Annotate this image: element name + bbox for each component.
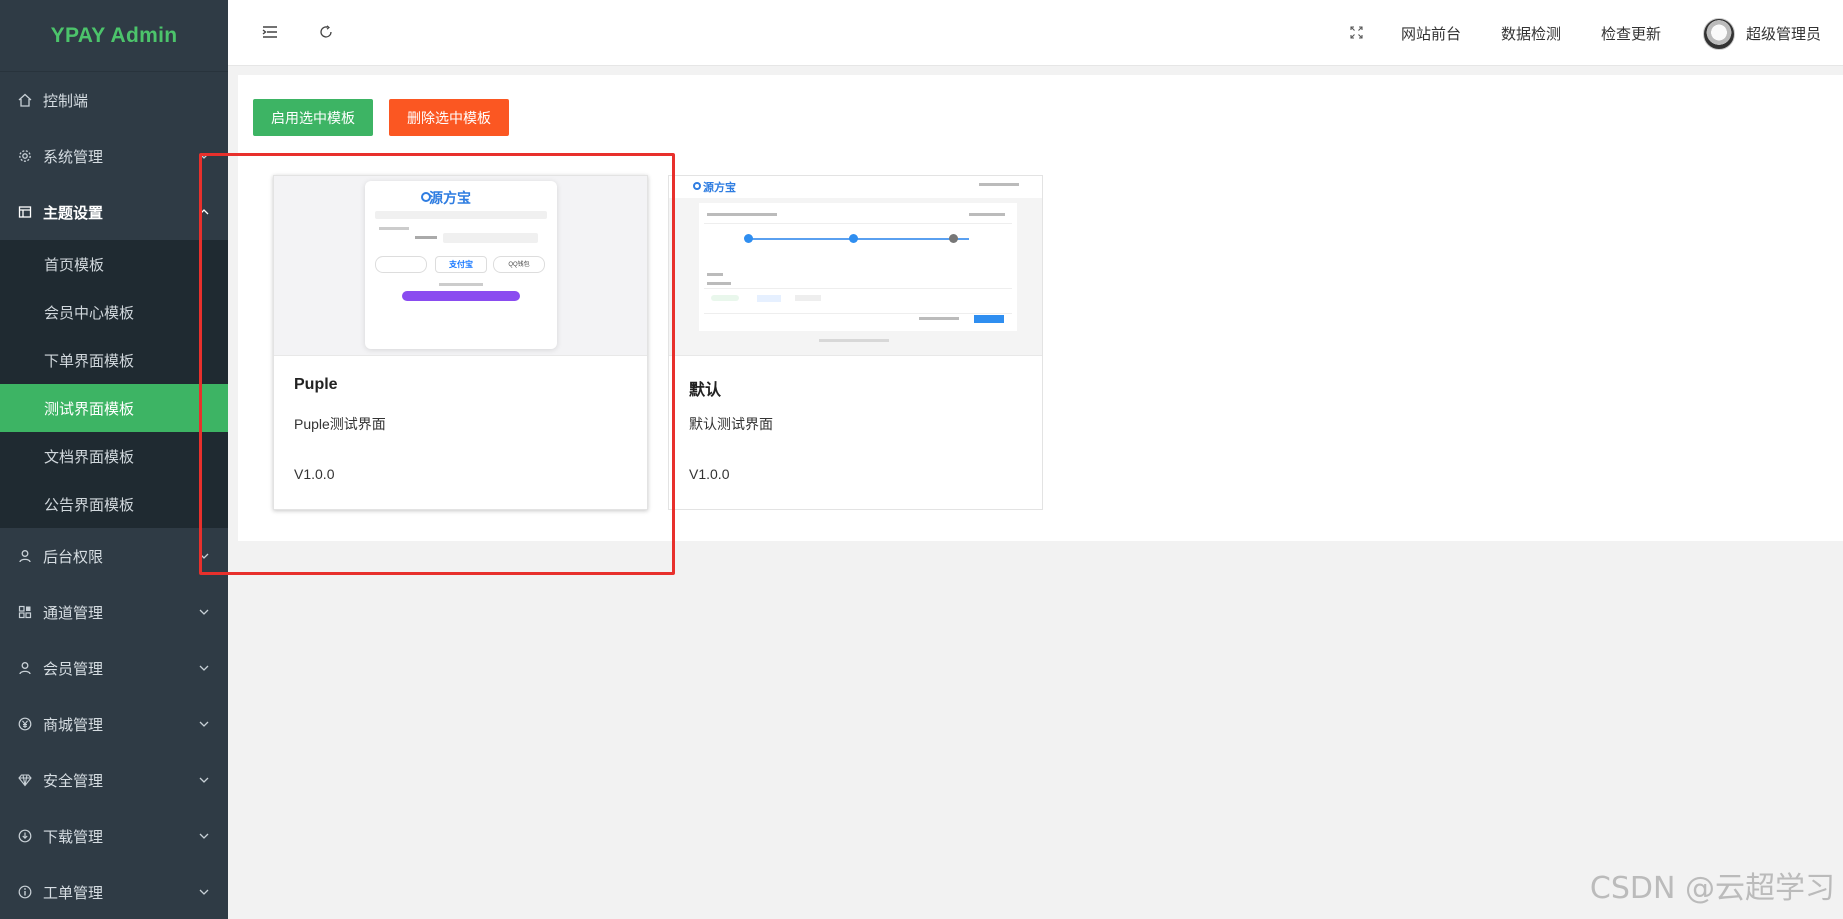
chevron-down-icon — [198, 718, 210, 730]
avatar[interactable] — [1703, 18, 1735, 50]
template-description: Puple测试界面 — [294, 416, 386, 432]
fullscreen-icon[interactable] — [1346, 22, 1366, 42]
home-icon — [18, 93, 32, 107]
sidebar-item-label: 后台权限 — [43, 548, 104, 566]
sidebar-item-theme[interactable]: 主题设置 — [0, 184, 228, 240]
template-version: V1.0.0 — [294, 466, 335, 482]
template-card-default[interactable]: 源方宝 默认 默认测试界面 V1.0.0 — [668, 175, 1043, 510]
delete-template-button[interactable]: 删除选中模板 — [389, 99, 509, 136]
yen-icon — [18, 717, 32, 731]
gear-icon — [18, 149, 32, 163]
info-icon — [18, 885, 32, 899]
thumb-qq: QQ钱包 — [493, 256, 545, 273]
chevron-down-icon — [198, 662, 210, 674]
sidebar-item-members[interactable]: 会员管理 — [0, 640, 228, 696]
watermark: CSDN @云超学习 — [1589, 871, 1835, 906]
submenu-item-test-template[interactable]: 测试界面模板 — [0, 384, 228, 432]
template-panel: 启用选中模板 删除选中模板 源方宝 支付宝 QQ钱包 Puple Puple测试… — [238, 75, 1843, 541]
template-thumbnail: 源方宝 — [669, 176, 1042, 356]
template-version: V1.0.0 — [689, 466, 730, 482]
sidebar-item-dashboard[interactable]: 控制端 — [0, 72, 228, 128]
layout-icon — [18, 205, 32, 219]
sidebar-item-label: 通道管理 — [43, 604, 104, 622]
sidebar-item-shop[interactable]: 商城管理 — [0, 696, 228, 752]
template-description: 默认测试界面 — [689, 416, 773, 432]
submenu-item-notice-template[interactable]: 公告界面模板 — [0, 480, 228, 528]
theme-submenu: 首页模板 会员中心模板 下单界面模板 测试界面模板 文档界面模板 公告界面模板 — [0, 240, 228, 528]
refresh-icon[interactable] — [316, 22, 336, 42]
sidebar-item-label: 控制端 — [43, 92, 89, 110]
menu-collapse-icon[interactable] — [260, 22, 280, 42]
submenu-item-member-template[interactable]: 会员中心模板 — [0, 288, 228, 336]
sidebar-item-label: 工单管理 — [43, 884, 104, 902]
submenu-item-order-template[interactable]: 下单界面模板 — [0, 336, 228, 384]
sidebar-item-label: 主题设置 — [43, 204, 104, 222]
chevron-down-icon — [198, 774, 210, 786]
submenu-item-docs-template[interactable]: 文档界面模板 — [0, 432, 228, 480]
thumb-logo-text: 源方宝 — [429, 190, 471, 206]
chevron-down-icon — [198, 886, 210, 898]
chevron-up-icon — [198, 206, 210, 218]
template-title: Puple — [294, 376, 338, 393]
submenu-item-home-template[interactable]: 首页模板 — [0, 240, 228, 288]
sidebar-item-label: 下载管理 — [43, 828, 104, 846]
sidebar-item-permissions[interactable]: 后台权限 — [0, 528, 228, 584]
sidebar-item-label: 会员管理 — [43, 660, 104, 678]
user-icon — [18, 549, 32, 563]
enable-template-button[interactable]: 启用选中模板 — [253, 99, 373, 136]
link-site-front[interactable]: 网站前台 — [1401, 23, 1461, 44]
chevron-down-icon — [198, 606, 210, 618]
sidebar-item-channels[interactable]: 通道管理 — [0, 584, 228, 640]
diamond-icon — [18, 773, 32, 787]
sidebar-item-tickets[interactable]: 工单管理 — [0, 864, 228, 919]
chevron-down-icon — [198, 550, 210, 562]
sidebar-item-label: 安全管理 — [43, 772, 104, 790]
user-name[interactable]: 超级管理员 — [1746, 23, 1821, 44]
sidebar-item-label: 系统管理 — [43, 148, 104, 166]
template-thumbnail: 源方宝 支付宝 QQ钱包 — [274, 176, 647, 356]
template-card-puple[interactable]: 源方宝 支付宝 QQ钱包 Puple Puple测试界面 V1.0.0 — [273, 175, 648, 510]
sidebar-item-system[interactable]: 系统管理 — [0, 128, 228, 184]
sidebar-item-security[interactable]: 安全管理 — [0, 752, 228, 808]
thumb-logo-text: 源方宝 — [703, 182, 736, 194]
apps-icon — [18, 605, 32, 619]
sidebar-item-label: 商城管理 — [43, 716, 104, 734]
chevron-down-icon — [198, 830, 210, 842]
user-icon — [18, 661, 32, 675]
sidebar: YPAY Admin 控制端 系统管理 主题设置 首页模板 会员中心模板 下单界… — [0, 0, 228, 919]
template-title: 默认 — [689, 382, 722, 399]
sidebar-item-downloads[interactable]: 下载管理 — [0, 808, 228, 864]
brand-logo: YPAY Admin — [0, 0, 228, 72]
thumb-alipay: 支付宝 — [435, 256, 487, 273]
chevron-down-icon — [198, 150, 210, 162]
download-icon — [18, 829, 32, 843]
link-data-check[interactable]: 数据检测 — [1501, 23, 1561, 44]
link-check-update[interactable]: 检查更新 — [1601, 23, 1661, 44]
topbar: 网站前台 数据检测 检查更新 超级管理员 — [228, 0, 1843, 66]
